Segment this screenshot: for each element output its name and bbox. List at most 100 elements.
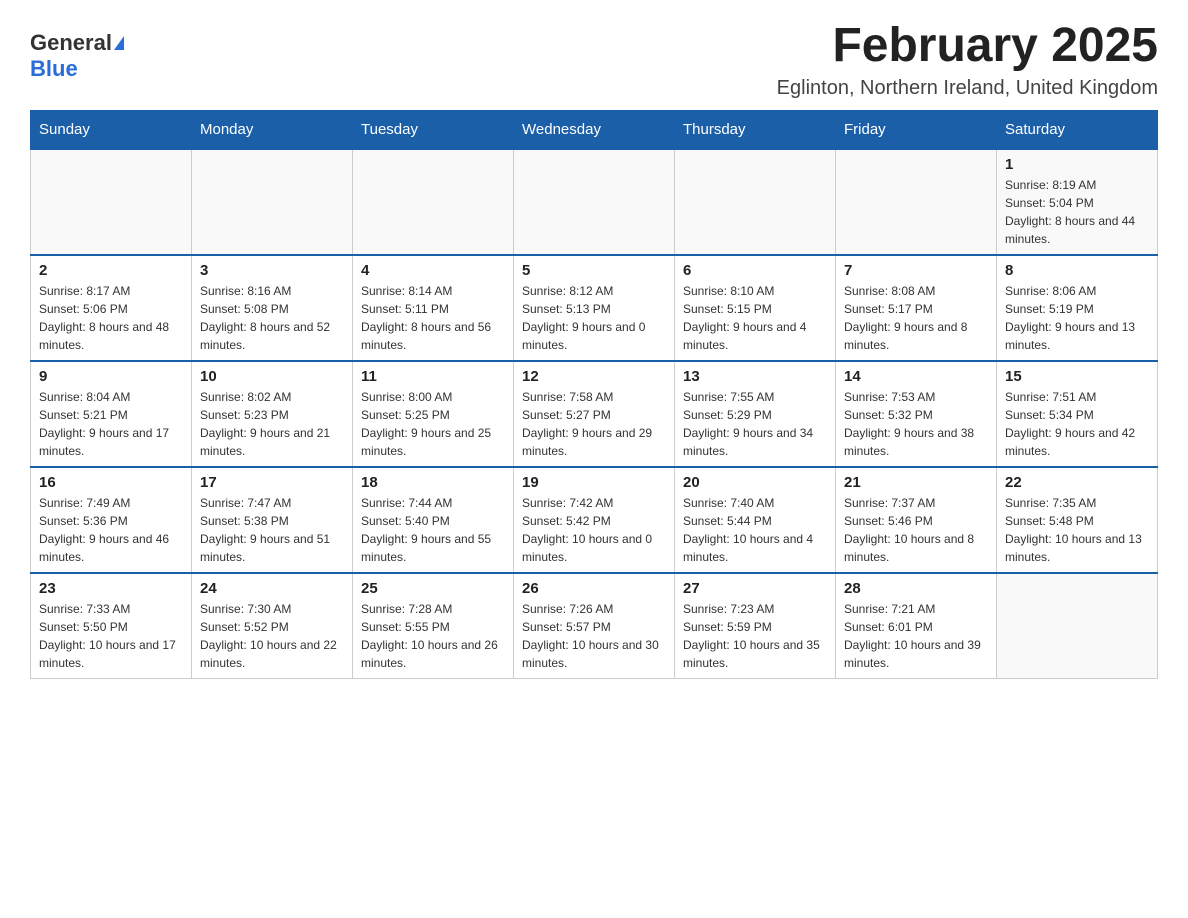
day-info: Sunrise: 7:49 AMSunset: 5:36 PMDaylight:… <box>39 494 183 566</box>
calendar-cell: 7 Sunrise: 8:08 AMSunset: 5:17 PMDaylight… <box>836 255 997 361</box>
week-row: 1 Sunrise: 8:19 AMSunset: 5:04 PMDaylight… <box>31 149 1158 255</box>
day-number: 22 <box>1005 474 1149 491</box>
week-row: 16 Sunrise: 7:49 AMSunset: 5:36 PMDayligh… <box>31 467 1158 573</box>
calendar-cell: 13Sunrise: 7:55 AMSunset: 5:29 PMDayligh… <box>675 361 836 467</box>
day-number: 8 <box>1005 262 1149 279</box>
calendar-cell: 11 Sunrise: 8:00 AMSunset: 5:25 PMDayligh… <box>353 361 514 467</box>
day-info: Sunrise: 7:35 AMSunset: 5:48 PMDaylight:… <box>1005 494 1149 566</box>
calendar-cell <box>836 149 997 255</box>
day-number: 1 <box>1005 156 1149 173</box>
calendar-cell: 17 Sunrise: 7:47 AMSunset: 5:38 PMDayligh… <box>192 467 353 573</box>
day-info: Sunrise: 8:02 AMSunset: 5:23 PMDaylight:… <box>200 388 344 460</box>
logo-triangle-icon <box>114 36 124 50</box>
week-row: 2 Sunrise: 8:17 AMSunset: 5:06 PMDaylight… <box>31 255 1158 361</box>
calendar-header-row: SundayMondayTuesdayWednesdayThursdayFrid… <box>31 110 1158 149</box>
day-info: Sunrise: 7:21 AMSunset: 6:01 PMDaylight:… <box>844 600 988 672</box>
calendar-cell: 2 Sunrise: 8:17 AMSunset: 5:06 PMDaylight… <box>31 255 192 361</box>
day-info: Sunrise: 7:58 AMSunset: 5:27 PMDaylight:… <box>522 388 666 460</box>
day-number: 26 <box>522 580 666 597</box>
day-info: Sunrise: 8:16 AMSunset: 5:08 PMDaylight:… <box>200 282 344 354</box>
calendar-cell <box>514 149 675 255</box>
calendar-cell: 16 Sunrise: 7:49 AMSunset: 5:36 PMDayligh… <box>31 467 192 573</box>
day-info: Sunrise: 8:14 AMSunset: 5:11 PMDaylight:… <box>361 282 505 354</box>
calendar-cell: 12 Sunrise: 7:58 AMSunset: 5:27 PMDayligh… <box>514 361 675 467</box>
day-number: 24 <box>200 580 344 597</box>
day-info: Sunrise: 8:19 AMSunset: 5:04 PMDaylight:… <box>1005 176 1149 248</box>
calendar-cell: 20Sunrise: 7:40 AMSunset: 5:44 PMDayligh… <box>675 467 836 573</box>
day-number: 4 <box>361 262 505 279</box>
calendar-cell: 14 Sunrise: 7:53 AMSunset: 5:32 PMDayligh… <box>836 361 997 467</box>
day-info: Sunrise: 7:30 AMSunset: 5:52 PMDaylight:… <box>200 600 344 672</box>
calendar-cell: 18 Sunrise: 7:44 AMSunset: 5:40 PMDayligh… <box>353 467 514 573</box>
day-info: Sunrise: 8:10 AMSunset: 5:15 PMDaylight:… <box>683 282 827 354</box>
day-info: Sunrise: 7:44 AMSunset: 5:40 PMDaylight:… <box>361 494 505 566</box>
calendar-cell: 6 Sunrise: 8:10 AMSunset: 5:15 PMDaylight… <box>675 255 836 361</box>
day-info: Sunrise: 8:06 AMSunset: 5:19 PMDaylight:… <box>1005 282 1149 354</box>
day-info: Sunrise: 7:28 AMSunset: 5:55 PMDaylight:… <box>361 600 505 672</box>
calendar-cell: 21 Sunrise: 7:37 AMSunset: 5:46 PMDayligh… <box>836 467 997 573</box>
week-row: 23Sunrise: 7:33 AMSunset: 5:50 PMDayligh… <box>31 573 1158 679</box>
day-number: 18 <box>361 474 505 491</box>
day-number: 3 <box>200 262 344 279</box>
day-number: 16 <box>39 474 183 491</box>
day-number: 19 <box>522 474 666 491</box>
calendar-cell: 23Sunrise: 7:33 AMSunset: 5:50 PMDayligh… <box>31 573 192 679</box>
day-of-week-header: Saturday <box>997 110 1158 149</box>
day-info: Sunrise: 8:08 AMSunset: 5:17 PMDaylight:… <box>844 282 988 354</box>
day-info: Sunrise: 7:42 AMSunset: 5:42 PMDaylight:… <box>522 494 666 566</box>
calendar-cell: 4 Sunrise: 8:14 AMSunset: 5:11 PMDaylight… <box>353 255 514 361</box>
calendar-cell: 19 Sunrise: 7:42 AMSunset: 5:42 PMDayligh… <box>514 467 675 573</box>
calendar-cell: 8 Sunrise: 8:06 AMSunset: 5:19 PMDaylight… <box>997 255 1158 361</box>
logo-general-text: General <box>30 30 112 56</box>
calendar-cell: 1 Sunrise: 8:19 AMSunset: 5:04 PMDaylight… <box>997 149 1158 255</box>
day-number: 5 <box>522 262 666 279</box>
calendar-cell: 28 Sunrise: 7:21 AMSunset: 6:01 PMDayligh… <box>836 573 997 679</box>
day-number: 2 <box>39 262 183 279</box>
calendar-cell: 24 Sunrise: 7:30 AMSunset: 5:52 PMDayligh… <box>192 573 353 679</box>
calendar-cell: 5 Sunrise: 8:12 AMSunset: 5:13 PMDaylight… <box>514 255 675 361</box>
day-of-week-header: Friday <box>836 110 997 149</box>
calendar-cell: 3 Sunrise: 8:16 AMSunset: 5:08 PMDaylight… <box>192 255 353 361</box>
calendar-cell: 25Sunrise: 7:28 AMSunset: 5:55 PMDayligh… <box>353 573 514 679</box>
calendar-cell <box>31 149 192 255</box>
day-number: 9 <box>39 368 183 385</box>
day-number: 23 <box>39 580 183 597</box>
day-info: Sunrise: 8:12 AMSunset: 5:13 PMDaylight:… <box>522 282 666 354</box>
calendar-cell <box>675 149 836 255</box>
day-info: Sunrise: 7:51 AMSunset: 5:34 PMDaylight:… <box>1005 388 1149 460</box>
day-of-week-header: Monday <box>192 110 353 149</box>
calendar-cell: 9 Sunrise: 8:04 AMSunset: 5:21 PMDaylight… <box>31 361 192 467</box>
day-of-week-header: Sunday <box>31 110 192 149</box>
day-number: 17 <box>200 474 344 491</box>
day-of-week-header: Thursday <box>675 110 836 149</box>
day-number: 12 <box>522 368 666 385</box>
day-number: 11 <box>361 368 505 385</box>
logo: General Blue <box>30 20 124 82</box>
day-info: Sunrise: 8:00 AMSunset: 5:25 PMDaylight:… <box>361 388 505 460</box>
day-info: Sunrise: 7:23 AMSunset: 5:59 PMDaylight:… <box>683 600 827 672</box>
calendar-cell: 22 Sunrise: 7:35 AMSunset: 5:48 PMDayligh… <box>997 467 1158 573</box>
day-info: Sunrise: 7:47 AMSunset: 5:38 PMDaylight:… <box>200 494 344 566</box>
day-info: Sunrise: 7:37 AMSunset: 5:46 PMDaylight:… <box>844 494 988 566</box>
day-of-week-header: Tuesday <box>353 110 514 149</box>
day-number: 28 <box>844 580 988 597</box>
week-row: 9 Sunrise: 8:04 AMSunset: 5:21 PMDaylight… <box>31 361 1158 467</box>
day-number: 15 <box>1005 368 1149 385</box>
day-number: 7 <box>844 262 988 279</box>
day-number: 14 <box>844 368 988 385</box>
calendar-cell <box>997 573 1158 679</box>
day-number: 20 <box>683 474 827 491</box>
calendar-cell: 15 Sunrise: 7:51 AMSunset: 5:34 PMDayligh… <box>997 361 1158 467</box>
title-area: February 2025 Eglinton, Northern Ireland… <box>777 20 1158 100</box>
calendar-cell: 26 Sunrise: 7:26 AMSunset: 5:57 PMDayligh… <box>514 573 675 679</box>
day-number: 6 <box>683 262 827 279</box>
day-info: Sunrise: 7:53 AMSunset: 5:32 PMDaylight:… <box>844 388 988 460</box>
day-info: Sunrise: 7:26 AMSunset: 5:57 PMDaylight:… <box>522 600 666 672</box>
day-number: 21 <box>844 474 988 491</box>
day-info: Sunrise: 7:55 AMSunset: 5:29 PMDaylight:… <box>683 388 827 460</box>
calendar-table: SundayMondayTuesdayWednesdayThursdayFrid… <box>30 110 1158 679</box>
day-info: Sunrise: 8:17 AMSunset: 5:06 PMDaylight:… <box>39 282 183 354</box>
day-info: Sunrise: 8:04 AMSunset: 5:21 PMDaylight:… <box>39 388 183 460</box>
logo-blue-text: Blue <box>30 56 78 81</box>
calendar-cell: 27Sunrise: 7:23 AMSunset: 5:59 PMDayligh… <box>675 573 836 679</box>
